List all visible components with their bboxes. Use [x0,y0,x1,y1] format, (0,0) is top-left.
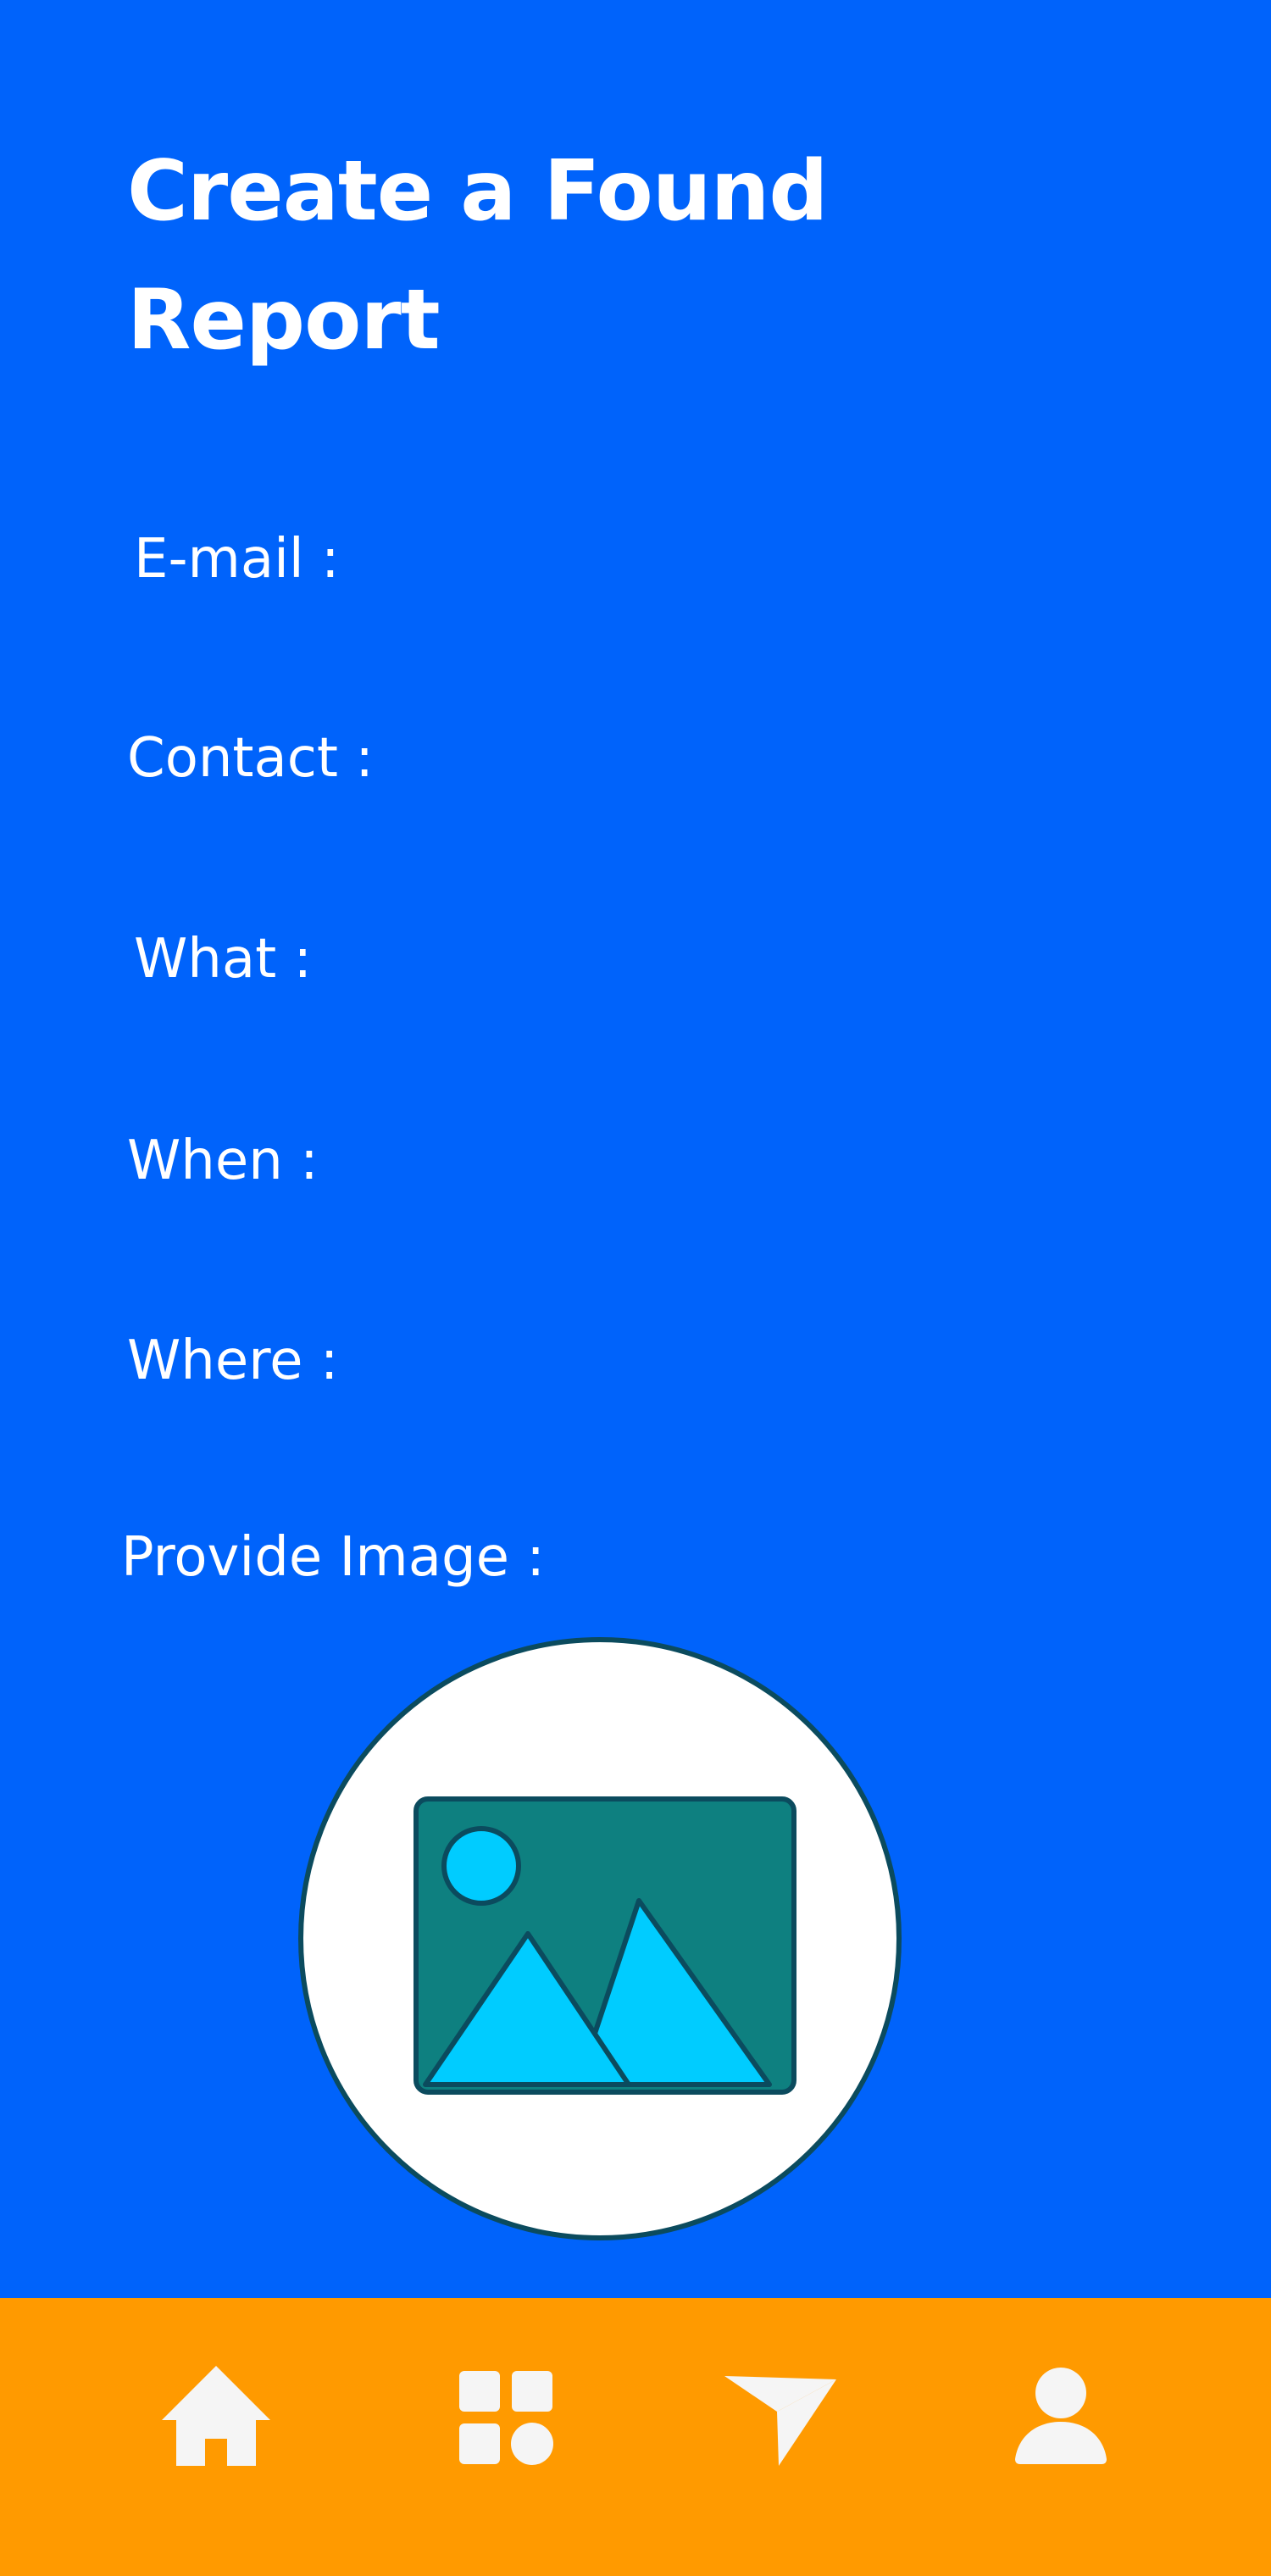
grid-apps-icon [459,2371,553,2465]
image-placeholder-icon [413,1796,796,2095]
image-upload-button[interactable] [298,1637,902,2240]
when-field-label[interactable]: When : [127,1127,319,1195]
send-icon [724,2376,836,2466]
nav-profile-button[interactable] [998,2351,1125,2478]
contact-field-label[interactable]: Contact : [127,724,374,792]
profile-icon [1015,2368,1107,2464]
provide-image-label: Provide Image : [121,1526,545,1589]
home-icon [162,2366,270,2466]
where-field-label[interactable]: Where : [127,1327,338,1395]
nav-home-button[interactable] [153,2351,280,2478]
email-field-label[interactable]: E-mail : [134,525,340,593]
bottom-navigation [0,2298,1271,2576]
what-field-label[interactable]: What : [134,925,312,993]
nav-send-button[interactable] [716,2351,843,2478]
report-screen: Create a Found Report E-mail : Contact :… [0,0,1271,2298]
page-title: Create a Found Report [127,143,829,369]
nav-apps-button[interactable] [442,2351,569,2478]
